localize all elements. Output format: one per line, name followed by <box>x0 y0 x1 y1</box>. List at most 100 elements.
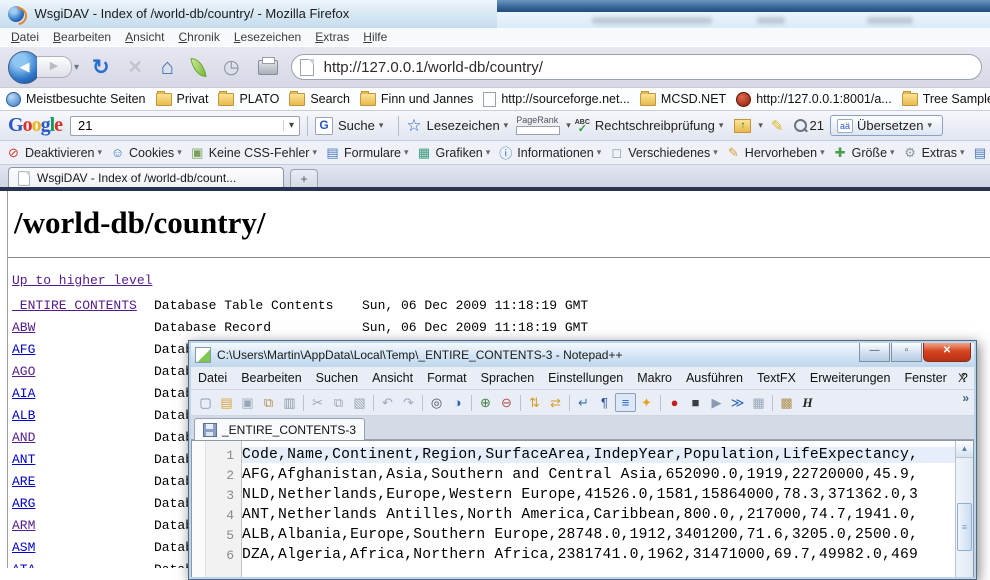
save-icon[interactable]: ▣ <box>237 393 258 412</box>
record-macro-icon[interactable]: ● <box>664 393 685 412</box>
history-clock-icon[interactable]: ◷ <box>223 56 240 79</box>
bookmark-item[interactable]: Search <box>289 92 350 106</box>
highlighter-icon[interactable]: ✎ <box>771 117 784 135</box>
paste-icon[interactable]: ▧ <box>349 393 370 412</box>
bookmark-item[interactable]: Meistbesuchte Seiten <box>6 92 146 107</box>
npp-close-document-button[interactable]: X <box>958 371 966 385</box>
row-name-link[interactable]: _ENTIRE_CONTENTS <box>12 298 137 313</box>
play-macro-icon[interactable]: ▶ <box>706 393 727 412</box>
webdev-item[interactable]: ▦Grafiken▾ <box>417 145 491 161</box>
print-button[interactable] <box>258 60 278 75</box>
sage-feed-icon[interactable] <box>190 56 206 79</box>
autofill-button[interactable]: ↑ <box>734 119 751 133</box>
undo-icon[interactable]: ↶ <box>377 393 398 412</box>
webdev-item[interactable]: ▣Keine CSS-Fehler▾ <box>190 145 317 161</box>
indent-guide-icon[interactable]: ≡ <box>615 393 636 412</box>
show-all-chars-icon[interactable]: ¶ <box>594 393 615 412</box>
google-search-box[interactable]: ▾ <box>70 116 300 136</box>
bookmark-item[interactable]: Finn und Jannes <box>360 92 473 106</box>
bookmark-item[interactable]: http://sourceforge.net... <box>483 92 630 107</box>
pagerank-widget[interactable]: PageRank <box>516 116 560 135</box>
chevron-down-icon[interactable]: ▾ <box>713 147 718 158</box>
chevron-down-icon[interactable]: ▾ <box>504 120 509 131</box>
chevron-down-icon[interactable]: ▾ <box>97 147 102 158</box>
chevron-down-icon[interactable]: ▾ <box>404 147 409 158</box>
chevron-down-icon[interactable]: ▾ <box>820 147 825 158</box>
npp-editor[interactable]: 1Code,Name,Continent,Region,SurfaceArea,… <box>191 440 974 577</box>
bookmark-item[interactable]: Privat <box>156 92 209 106</box>
chevron-down-icon[interactable]: ▾ <box>960 147 965 158</box>
address-bar[interactable] <box>291 54 982 80</box>
code-line[interactable]: 1Code,Name,Continent,Region,SurfaceArea,… <box>192 445 956 465</box>
google-search-button[interactable]: G Suche ▾ <box>315 117 387 135</box>
webdev-item[interactable]: ◻Verschiedenes▾ <box>609 145 718 161</box>
minimize-button[interactable]: — <box>859 343 890 362</box>
stop-macro-icon[interactable]: ■ <box>685 393 706 412</box>
zoom-out-icon[interactable]: ⊖ <box>496 393 517 412</box>
firefox-menu-item[interactable]: Chronik <box>171 28 226 46</box>
replace-icon[interactable]: ◑ <box>447 393 468 412</box>
npp-menu-item[interactable]: Format <box>420 367 474 389</box>
npp-menu-item[interactable]: Fenster <box>897 367 953 389</box>
webdev-item[interactable]: ⚙Extras▾ <box>903 145 965 161</box>
save-all-icon[interactable]: ⧉ <box>258 393 279 412</box>
webdev-item[interactable]: ✎Hervorheben▾ <box>726 145 825 161</box>
chevron-down-icon[interactable]: ▾ <box>927 120 932 131</box>
npp-menu-item[interactable]: Erweiterungen <box>803 367 898 389</box>
new-tab-button[interactable]: + <box>290 169 318 189</box>
row-name-link[interactable]: ABW <box>12 320 35 335</box>
firefox-menu-item[interactable]: Extras <box>308 28 356 46</box>
chevron-down-icon[interactable]: ▾ <box>597 147 602 158</box>
webdev-item[interactable]: ✚Größe▾ <box>833 145 895 161</box>
firefox-menu-item[interactable]: Bearbeiten <box>46 28 118 46</box>
copy-icon[interactable]: ⧉ <box>328 393 349 412</box>
firefox-menu-item[interactable]: Hilfe <box>356 28 394 46</box>
row-name-link[interactable]: ANT <box>12 452 35 467</box>
npp-menu-item[interactable]: Bearbeiten <box>234 367 308 389</box>
chevron-down-icon[interactable]: ▾ <box>719 120 724 131</box>
code-line[interactable]: 5ALB,Albania,Europe,Southern Europe,2874… <box>192 525 956 545</box>
notepad-plus-plus-window[interactable]: C:\Users\Martin\AppData\Local\Temp\_ENTI… <box>188 340 977 580</box>
google-bookmarks-button[interactable]: ☆ Lesezeichen ▾ <box>406 116 512 136</box>
firefox-menu-item[interactable]: Datei <box>4 28 46 46</box>
code-line[interactable]: 4ANT,Netherlands Antilles,North America,… <box>192 505 956 525</box>
bookmark-item[interactable]: Tree Samples <box>902 92 990 106</box>
webdev-item[interactable]: ⊘Deaktivieren▾ <box>6 145 102 161</box>
print-icon[interactable]: ▥ <box>279 393 300 412</box>
npp-menu-item[interactable]: Ansicht <box>365 367 420 389</box>
row-name-link[interactable]: ARE <box>12 474 35 489</box>
bookmark-item[interactable]: PLATO <box>218 92 279 106</box>
up-to-higher-level-link[interactable]: Up to higher level <box>12 273 152 288</box>
npp-titlebar[interactable]: C:\Users\Martin\AppData\Local\Temp\_ENTI… <box>191 343 974 367</box>
sync-horizontal-icon[interactable]: ⇄ <box>545 393 566 412</box>
npp-menu-item[interactable]: Suchen <box>309 367 365 389</box>
firefox-menu-item[interactable]: Ansicht <box>118 28 171 46</box>
find-icon[interactable]: ◎ <box>426 393 447 412</box>
npp-menu-item[interactable]: TextFX <box>750 367 803 389</box>
stop-button[interactable]: ✕ <box>128 57 143 78</box>
history-dropdown-icon[interactable]: ▾ <box>74 62 79 73</box>
cut-icon[interactable]: ✂ <box>307 393 328 412</box>
chevron-down-icon[interactable]: ▾ <box>177 147 182 158</box>
address-input[interactable] <box>322 58 973 77</box>
bookmark-item[interactable]: MCSD.NET <box>640 92 726 106</box>
translate-button[interactable]: aä Übersetzen ▾ <box>830 115 943 136</box>
row-name-link[interactable]: AIA <box>12 386 35 401</box>
search-dropdown-icon[interactable]: ▾ <box>283 120 299 131</box>
row-name-link[interactable]: ASM <box>12 540 35 555</box>
open-file-icon[interactable]: ▤ <box>216 393 237 412</box>
npp-menu-item[interactable]: Datei <box>191 367 234 389</box>
restore-button[interactable]: ▫ <box>891 343 922 362</box>
scrollbar-thumb[interactable]: ≡ <box>957 503 972 551</box>
webdev-item[interactable]: ▤Formulare▾ <box>325 145 409 161</box>
reload-button[interactable]: ↻ <box>92 55 110 80</box>
code-area[interactable]: 1Code,Name,Continent,Region,SurfaceArea,… <box>192 445 956 565</box>
row-name-link[interactable]: AGO <box>12 364 35 379</box>
doc-switcher-icon[interactable]: ▩ <box>776 393 797 412</box>
zoom-in-icon[interactable]: ⊕ <box>475 393 496 412</box>
chevron-down-icon[interactable]: ▾ <box>312 147 317 158</box>
chevron-down-icon[interactable]: ▾ <box>486 147 491 158</box>
run-macro-multiple-icon[interactable]: ≫ <box>727 393 748 412</box>
function-completion-icon[interactable]: ✦ <box>636 393 657 412</box>
row-name-link[interactable]: ARG <box>12 496 35 511</box>
